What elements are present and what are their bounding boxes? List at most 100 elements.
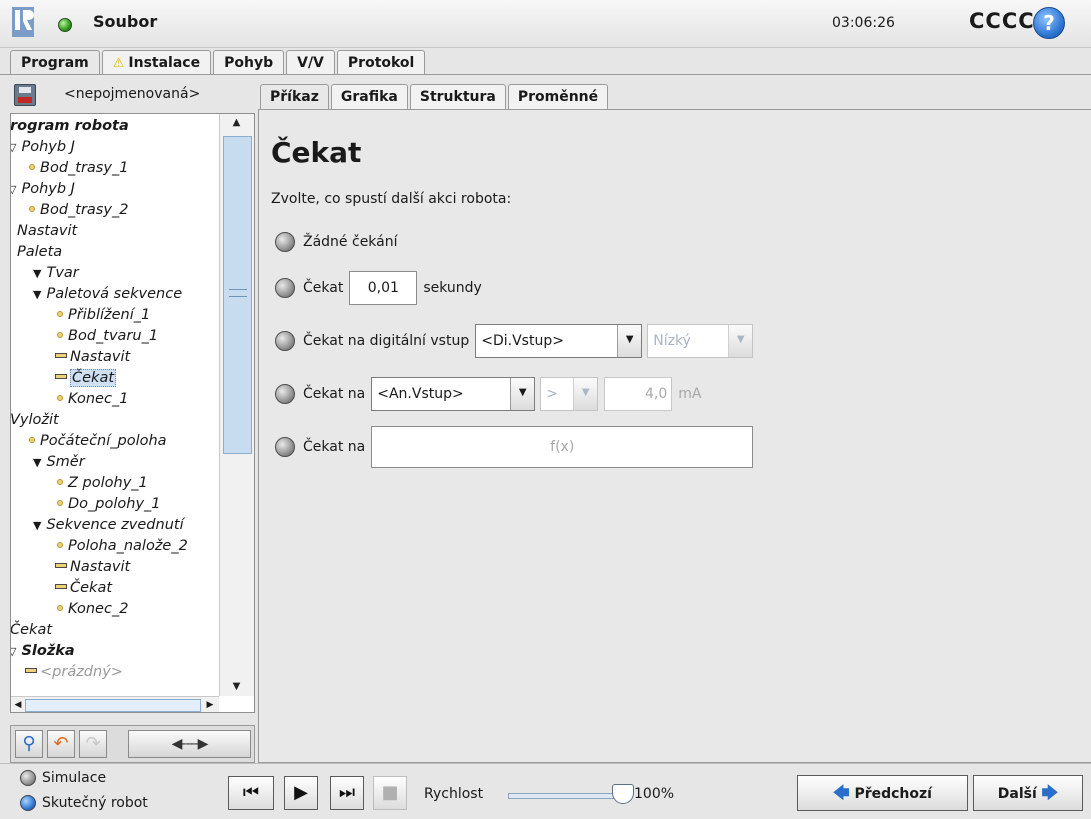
tree-item[interactable]: <prázdný>	[25, 662, 123, 683]
analog-operator-value: >	[546, 386, 558, 402]
wait-analog-label: Čekat na	[303, 386, 366, 402]
simulation-label: Simulace	[42, 770, 107, 786]
step-icon[interactable]: ⏭	[330, 776, 364, 810]
placeholder-icon	[25, 668, 37, 673]
tree-item[interactable]: Bod_trasy_2	[29, 200, 128, 221]
speed-slider[interactable]	[508, 793, 628, 799]
expand-icon: ▽	[11, 179, 16, 200]
scroll-up-icon[interactable]: ▲	[219, 114, 254, 132]
program-header: <nepojmenovaná>	[10, 80, 255, 110]
tree-item[interactable]: ▽Složka	[11, 641, 75, 662]
waypoint-icon	[57, 542, 63, 548]
tree-item[interactable]: ▼ Sekvence zvednutí	[33, 515, 184, 536]
tree-item[interactable]: ▼ Tvar	[33, 263, 79, 284]
tree-item[interactable]: Paleta	[17, 242, 62, 263]
scroll-down-icon[interactable]: ▼	[219, 678, 254, 696]
tree-item-selected[interactable]: Čekat	[55, 368, 117, 389]
chevron-down-icon: ▼	[510, 378, 535, 410]
tab-installation[interactable]: ⚠ Instalace	[101, 50, 212, 75]
play-icon[interactable]: ▶	[284, 776, 318, 810]
tree-horizontal-scrollbar[interactable]: ◀ ▶	[11, 696, 219, 712]
tree-item[interactable]: Z polohy_1	[57, 473, 148, 494]
waypoint-icon	[57, 311, 63, 317]
scroll-thumb[interactable]	[223, 136, 252, 454]
tree-item[interactable]: ▽Pohyb J	[11, 137, 75, 158]
radio-wait-digital[interactable]	[275, 331, 295, 351]
speed-slider-handle[interactable]	[612, 784, 634, 804]
scroll-right-icon[interactable]: ▶	[203, 697, 217, 712]
tree-item[interactable]: Nastavit	[17, 221, 77, 242]
analog-input-value: <An.Vstup>	[377, 386, 464, 402]
analog-operator-select[interactable]: > ▼	[540, 377, 599, 411]
analog-input-select[interactable]: <An.Vstup> ▼	[371, 377, 536, 411]
tab-structure[interactable]: Struktura	[409, 84, 506, 109]
tree-item[interactable]: Čekat	[55, 578, 112, 599]
rewind-icon[interactable]: ⏮	[228, 776, 274, 810]
radio-simulation[interactable]	[20, 770, 36, 786]
tree-item[interactable]: rogram robota	[11, 116, 129, 137]
help-icon[interactable]: ?	[1033, 7, 1065, 39]
tree-item[interactable]: Čekat	[11, 620, 52, 641]
expand-icon: ▽	[11, 137, 16, 158]
expand-icon: ▼	[33, 456, 42, 469]
analog-value-input[interactable]: 4,0	[604, 377, 673, 411]
chevron-down-icon: ▼	[617, 325, 642, 357]
tree-item[interactable]: Bod_trasy_1	[29, 158, 128, 179]
expand-icon: ▼	[33, 288, 42, 301]
tab-program[interactable]: Program	[10, 50, 100, 75]
tree-item[interactable]: Vyložit	[11, 410, 59, 431]
radio-real-robot[interactable]	[20, 795, 36, 811]
tree-item[interactable]: ▼ Paletová sekvence	[33, 284, 182, 305]
command-panel: Příkaz Grafika Struktura Proměnné Čekat …	[258, 80, 1091, 763]
file-menu[interactable]: Soubor	[93, 12, 157, 31]
scroll-left-icon[interactable]: ◀	[11, 697, 25, 712]
waypoint-icon	[57, 395, 63, 401]
tree-item[interactable]: Počáteční_poloha	[29, 431, 167, 452]
scroll-thumb[interactable]	[25, 699, 201, 712]
option-wait-expression: Čekat na f(x)	[275, 426, 754, 468]
expression-field[interactable]: f(x)	[371, 426, 754, 468]
redo-icon[interactable]: ↷	[79, 730, 107, 758]
tab-variables[interactable]: Proměnné	[507, 84, 609, 109]
tab-graphics[interactable]: Grafika	[330, 84, 408, 109]
radio-wait-expression[interactable]	[275, 437, 295, 457]
tree-item[interactable]: Poloha_nalože_2	[57, 536, 188, 557]
wait-time-input[interactable]: 0,01	[349, 271, 418, 305]
search-icon[interactable]: ⚲	[15, 730, 43, 758]
save-icon[interactable]	[14, 84, 36, 106]
radio-wait-analog[interactable]	[275, 384, 295, 404]
tree-item[interactable]: Přiblížení_1	[57, 305, 150, 326]
radio-no-wait[interactable]	[275, 232, 295, 252]
digital-input-select[interactable]: <Di.Vstup> ▼	[475, 324, 643, 358]
page-title: Čekat	[271, 136, 362, 169]
previous-button[interactable]: 🡄 Předchozí	[797, 775, 968, 811]
digital-input-value: <Di.Vstup>	[481, 333, 564, 349]
warning-icon: ⚠	[112, 56, 125, 71]
tree-item[interactable]: Nastavit	[55, 557, 130, 578]
tree-item[interactable]: Konec_2	[57, 599, 128, 620]
tree-vertical-scrollbar[interactable]	[219, 114, 254, 696]
tree-item[interactable]: Bod_tvaru_1	[57, 326, 158, 347]
tab-move[interactable]: Pohyb	[213, 50, 285, 75]
tree-item[interactable]: ▼ Směr	[33, 452, 85, 473]
tab-command[interactable]: Příkaz	[260, 84, 329, 109]
tree-item[interactable]: ▽Pohyb J	[11, 179, 75, 200]
wait-time-unit: sekundy	[423, 280, 482, 296]
undo-icon[interactable]: ↶	[47, 730, 75, 758]
move-node-button[interactable]: ◀----▶	[128, 730, 251, 758]
tree-item[interactable]: Do_polohy_1	[57, 494, 161, 515]
speed-value: 100%	[634, 786, 675, 802]
mode-real-robot[interactable]: Skutečný robot	[20, 795, 148, 811]
tab-log[interactable]: Protokol	[336, 50, 426, 75]
stop-icon[interactable]: ■	[373, 776, 407, 810]
robot-status-indicator	[58, 18, 72, 32]
tab-io[interactable]: V/V	[286, 50, 335, 75]
next-button[interactable]: Další 🡆	[973, 775, 1083, 811]
tree-item[interactable]: Konec_1	[57, 389, 128, 410]
option-wait-time: Čekat 0,01 sekundy	[275, 271, 488, 305]
expand-icon: ▽	[11, 641, 16, 662]
tree-item[interactable]: Nastavit	[55, 347, 130, 368]
radio-wait-time[interactable]	[275, 278, 295, 298]
mode-simulation[interactable]: Simulace	[20, 770, 106, 786]
digital-state-select[interactable]: Nízký ▼	[647, 324, 754, 358]
